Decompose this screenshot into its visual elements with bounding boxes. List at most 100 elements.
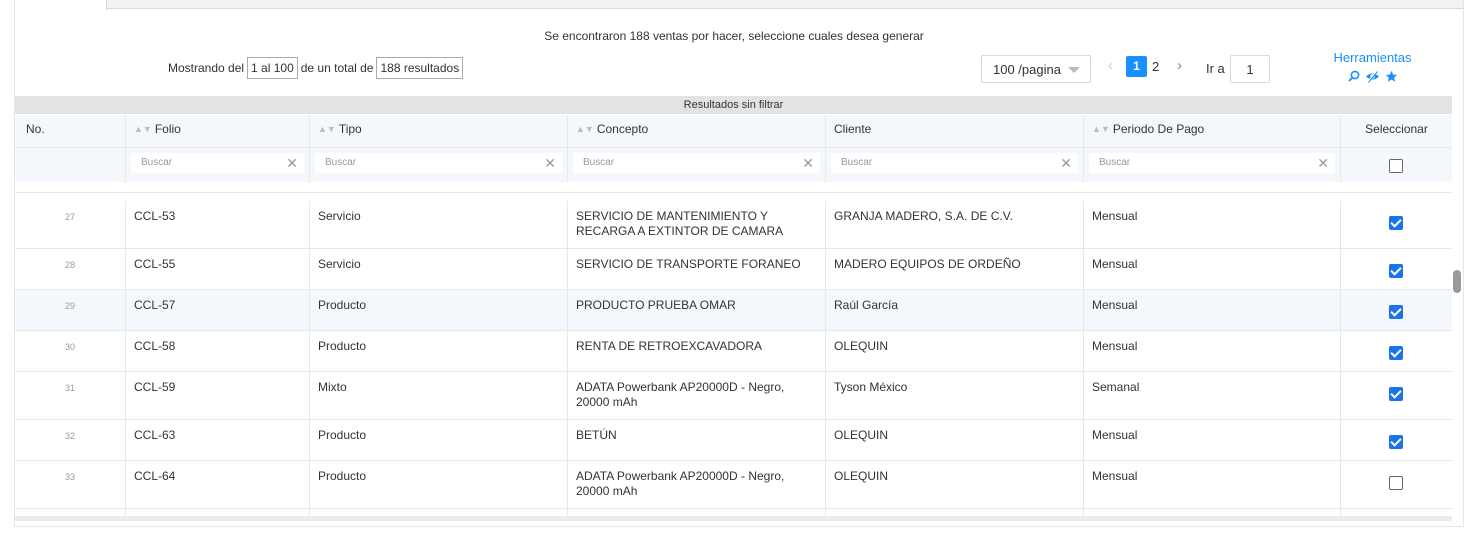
cell-select	[1341, 420, 1452, 460]
cell-periodo: Mensual	[1084, 331, 1341, 371]
cell-concepto: ADATA Powerbank AP20000D - Negro, 20000 …	[568, 372, 826, 419]
cell-select	[1341, 249, 1452, 289]
cell-concepto: RENTA DE RETROEXCAVADORA	[568, 331, 826, 371]
cell-folio: CCL-63	[126, 420, 310, 460]
next-page-button[interactable]: ›	[1177, 57, 1182, 74]
search-placeholder: Buscar	[841, 157, 873, 168]
filter-cell-no	[15, 147, 126, 182]
row-checkbox[interactable]	[1389, 305, 1403, 319]
table-row[interactable]: 29 CCL-57 Producto PRODUCTO PRUEBA OMAR …	[15, 290, 1452, 331]
goto-page-input[interactable]	[1230, 55, 1270, 83]
sort-icon[interactable]: ▲▼	[134, 124, 152, 134]
col-header-periodo[interactable]: ▲▼ Periodo De Pago	[1084, 115, 1341, 147]
cell-cliente: OLEQUIN	[826, 331, 1084, 371]
cell-periodo: Mensual	[1084, 290, 1341, 330]
cell-tipo: Mixto	[310, 372, 568, 419]
table-row[interactable]: 30 CCL-58 Producto RENTA DE RETROEXCAVAD…	[15, 331, 1452, 372]
search-input-cliente[interactable]: Buscar ✕	[831, 153, 1078, 173]
row-number: 32	[15, 420, 126, 460]
clear-icon[interactable]: ✕	[1317, 153, 1329, 173]
scrollbar-thumb[interactable]	[1453, 270, 1461, 293]
row-checkbox[interactable]	[1389, 476, 1403, 490]
total-label: de un total de	[300, 61, 374, 75]
col-header-folio[interactable]: ▲▼ Folio	[126, 115, 310, 147]
table-row[interactable]: 31 CCL-59 Mixto ADATA Powerbank AP20000D…	[15, 372, 1452, 420]
sort-icon[interactable]: ▲▼	[576, 124, 594, 134]
table-body: 27 CCL-53 Servicio SERVICIO DE MANTENIMI…	[15, 182, 1452, 516]
clear-icon[interactable]: ✕	[1060, 153, 1072, 173]
search-placeholder: Buscar	[583, 157, 615, 168]
filter-cell-select	[1341, 147, 1452, 182]
search-input-tipo[interactable]: Buscar ✕	[315, 153, 562, 173]
table-row[interactable]: 32 CCL-63 Producto BETÚN OLEQUIN Mensual	[15, 420, 1452, 461]
cell-cliente: MADERO EQUIPOS DE ORDEÑO	[826, 249, 1084, 289]
col-header-seleccionar: Seleccionar	[1341, 115, 1452, 147]
select-all-checkbox[interactable]	[1389, 159, 1403, 173]
search-icon[interactable]	[1347, 70, 1360, 82]
col-header-tipo[interactable]: ▲▼ Tipo	[310, 115, 568, 147]
cell-cliente: GRANJA MADERO, S.A. DE C.V.	[826, 201, 1084, 248]
sort-icon[interactable]: ▲▼	[318, 124, 336, 134]
row-checkbox[interactable]	[1389, 387, 1403, 401]
clear-icon[interactable]: ✕	[544, 153, 556, 173]
row-checkbox[interactable]	[1389, 346, 1403, 360]
filter-cell-cliente: Buscar ✕	[826, 147, 1084, 182]
hide-icon[interactable]	[1365, 69, 1380, 83]
col-header-no: No.	[15, 115, 126, 147]
cell-periodo: Mensual	[1084, 201, 1341, 248]
cell-tipo: Producto	[310, 290, 568, 330]
cell-periodo: Mensual	[1084, 461, 1341, 508]
page-size-select[interactable]: 100 /pagina	[981, 55, 1091, 83]
clear-icon[interactable]: ✕	[802, 153, 814, 173]
col-header-cliente: Cliente	[826, 115, 1084, 147]
col-header-concepto[interactable]: ▲▼ Concepto	[568, 115, 826, 147]
cell-periodo: Mensual	[1084, 249, 1341, 289]
cell-cliente: OLEQUIN	[826, 461, 1084, 508]
clear-icon[interactable]: ✕	[286, 153, 298, 173]
row-number: 33	[15, 461, 126, 508]
col-header-no-label: No.	[26, 122, 45, 136]
total-value: 188 resultados	[376, 57, 464, 79]
cell-empty	[568, 509, 826, 516]
search-placeholder: Buscar	[141, 157, 173, 168]
search-input-concepto[interactable]: Buscar ✕	[573, 153, 820, 173]
cell-folio: CCL-53	[126, 201, 310, 248]
cell-select	[1341, 461, 1452, 508]
search-input-periodo[interactable]: Buscar ✕	[1089, 153, 1335, 173]
cell-cliente: OLEQUIN	[826, 420, 1084, 460]
table-spacer	[15, 182, 1452, 193]
prev-page-button[interactable]: ‹	[1108, 57, 1113, 74]
cell-folio: CCL-57	[126, 290, 310, 330]
star-icon[interactable]	[1385, 70, 1398, 83]
tools-label[interactable]: Herramientas	[1325, 50, 1420, 65]
table-row[interactable]: 28 CCL-55 Servicio SERVICIO DE TRANSPORT…	[15, 249, 1452, 290]
cell-tipo: Servicio	[310, 201, 568, 248]
row-checkbox[interactable]	[1389, 435, 1403, 449]
cell-empty	[1084, 509, 1341, 516]
table-row[interactable]: 27 CCL-53 Servicio SERVICIO DE MANTENIMI…	[15, 201, 1452, 249]
horizontal-scrollbar[interactable]	[15, 516, 1452, 521]
filter-cell-concepto: Buscar ✕	[568, 147, 826, 182]
cell-empty	[310, 509, 568, 516]
vertical-scrollbar[interactable]	[1452, 200, 1462, 518]
range-value: 1 al 100	[247, 57, 298, 79]
cell-empty	[826, 509, 1084, 516]
cell-select	[1341, 372, 1452, 419]
search-input-folio[interactable]: Buscar ✕	[131, 153, 304, 173]
col-header-concepto-label: Concepto	[596, 122, 649, 136]
cell-tipo: Producto	[310, 331, 568, 371]
sort-icon[interactable]: ▲▼	[1092, 124, 1110, 134]
row-checkbox[interactable]	[1389, 264, 1403, 278]
page-1-button[interactable]: 1	[1126, 56, 1147, 77]
row-number: 31	[15, 372, 126, 419]
col-header-periodo-label: Periodo De Pago	[1112, 122, 1205, 136]
row-checkbox[interactable]	[1389, 216, 1403, 230]
table-row[interactable]: 33 CCL-64 Producto ADATA Powerbank AP200…	[15, 461, 1452, 509]
search-placeholder: Buscar	[325, 157, 357, 168]
filter-cell-folio: Buscar ✕	[126, 147, 310, 182]
cell-periodo: Mensual	[1084, 420, 1341, 460]
search-placeholder: Buscar	[1099, 157, 1131, 168]
cell-select	[1341, 331, 1452, 371]
col-header-cliente-label: Cliente	[834, 122, 872, 136]
page-2-button[interactable]: 2	[1152, 59, 1159, 74]
